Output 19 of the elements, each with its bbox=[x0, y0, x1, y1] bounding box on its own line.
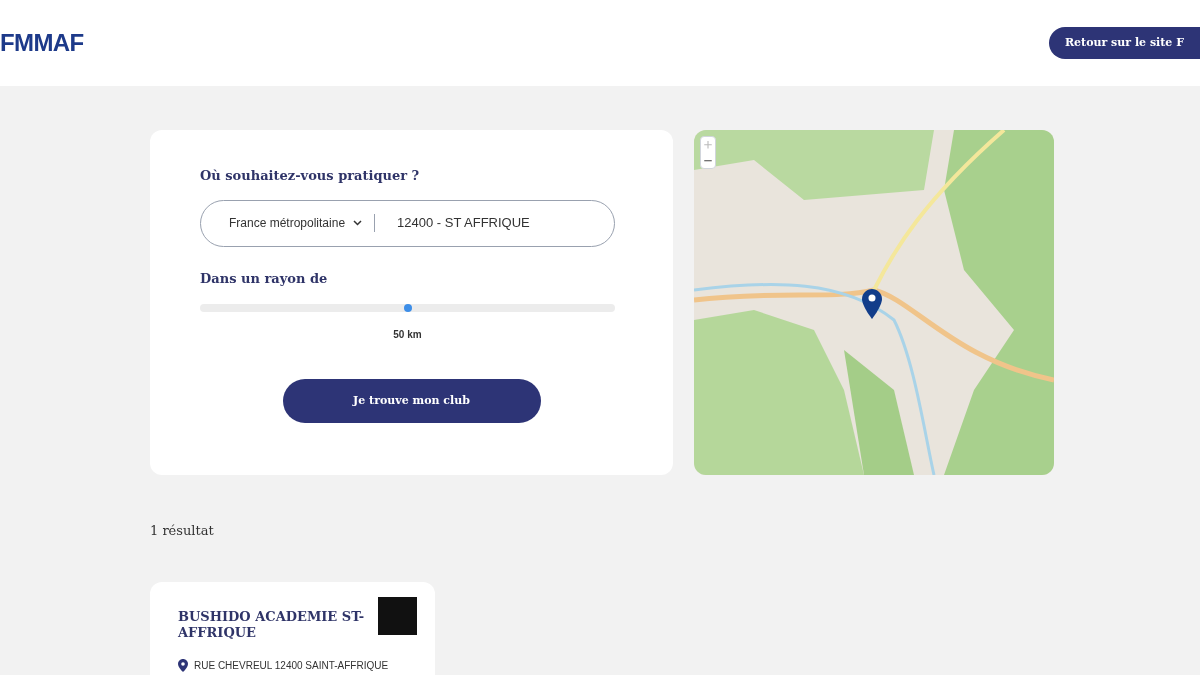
logo[interactable]: FMMAF bbox=[0, 25, 84, 61]
club-card[interactable]: BUSHIDO ACADEMIE ST-AFFRIQUE RUE CHEVREUL 12400 SAINT-AFFRIQUE bbox=[150, 582, 435, 675]
find-club-button[interactable]: Je trouve mon club bbox=[282, 379, 541, 423]
location-input[interactable]: 12400 - ST AFFRIQUE bbox=[397, 213, 530, 233]
result-count: 1 résultat bbox=[150, 523, 214, 538]
back-to-site-button[interactable]: Retour sur le site F bbox=[1048, 27, 1200, 59]
club-address: RUE CHEVREUL 12400 SAINT-AFFRIQUE bbox=[194, 659, 389, 673]
zoom-in-icon[interactable] bbox=[704, 141, 712, 149]
location-pin-icon bbox=[178, 659, 188, 672]
club-logo-placeholder bbox=[378, 597, 417, 635]
location-question: Où souhaitez-vous pratiquer ? bbox=[200, 167, 421, 185]
map-pin-icon[interactable] bbox=[862, 289, 882, 319]
radius-value: 50 km bbox=[393, 328, 422, 342]
club-name: BUSHIDO ACADEMIE ST-AFFRIQUE bbox=[178, 609, 366, 641]
region-select[interactable]: France métropolitaine bbox=[229, 214, 363, 232]
chevron-down-icon bbox=[353, 220, 363, 226]
radius-label: Dans un rayon de bbox=[200, 269, 329, 288]
slider-thumb[interactable] bbox=[403, 304, 412, 312]
radius-slider[interactable] bbox=[200, 304, 615, 312]
